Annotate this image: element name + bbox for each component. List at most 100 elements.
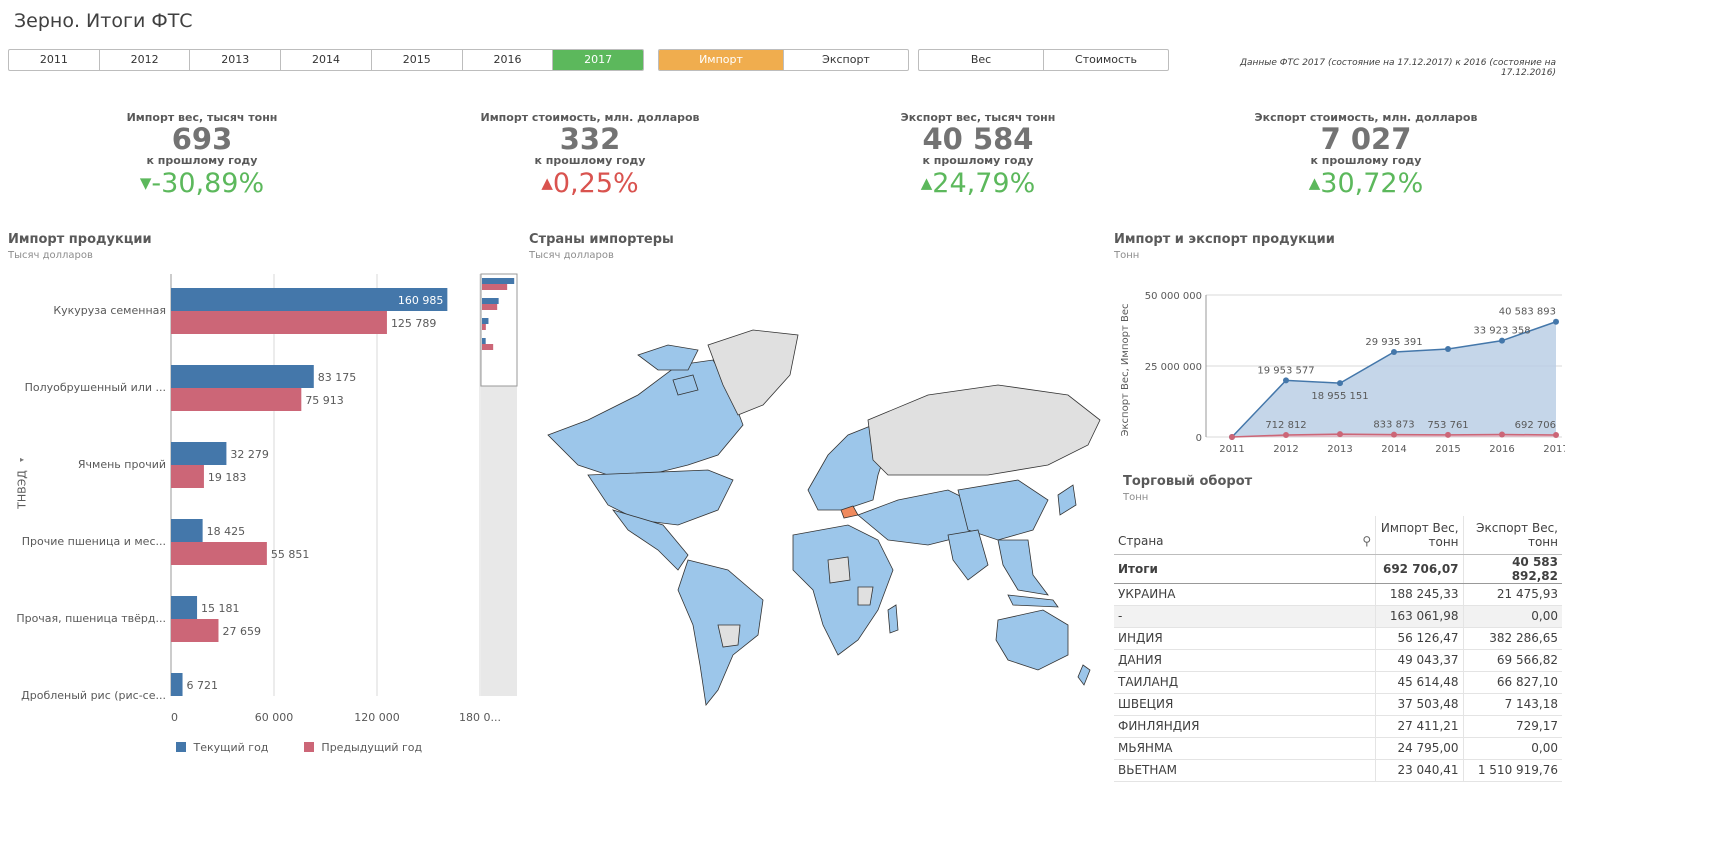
year-button-2015[interactable]: 2015 (372, 50, 463, 70)
data-label: 29 935 391 (1365, 337, 1422, 348)
column-header-import[interactable]: Импорт Вес, тонн (1375, 516, 1464, 555)
data-label: 33 923 358 (1473, 326, 1530, 337)
y-tick-label: 25 000 000 (1145, 362, 1202, 373)
data-point (1391, 348, 1397, 355)
cell-import: 27 411,21 (1375, 715, 1464, 738)
cost-button[interactable]: Стоимость (1044, 50, 1168, 70)
bar-value-label: 19 183 (208, 471, 247, 484)
map-region-new-zealand (1077, 664, 1091, 686)
scroll-preview-bar (482, 318, 489, 324)
map-region-madagascar (887, 604, 899, 634)
cell-import: 49 043,37 (1375, 649, 1464, 672)
scroll-preview-bar (482, 304, 498, 310)
cell-import: 37 503,48 (1375, 693, 1464, 716)
weight-button[interactable]: Вес (919, 50, 1044, 70)
table-row[interactable]: ТАИЛАНД 45 614,48 66 827,10 (1114, 671, 1562, 694)
triangle-up-icon: ▲ (541, 174, 553, 192)
year-button-2012[interactable]: 2012 (100, 50, 191, 70)
map-region-russia (867, 384, 1101, 476)
table-row[interactable]: ВЬЕТНАМ 23 040,41 1 510 919,76 (1114, 759, 1562, 782)
kpi-import-cost: Импорт стоимость, млн. долларов 332 к пр… (470, 111, 710, 200)
map-region-north-america-north (547, 359, 744, 476)
bar (171, 619, 219, 642)
cell-import: 45 614,48 (1375, 671, 1464, 694)
scroll-preview-bar (482, 344, 494, 350)
source-note: Данные ФТС 2017 (состояние на 17.12.2017… (1239, 58, 1556, 78)
kpi-change-row: ▼-30,89% (82, 167, 322, 200)
year-button-2017[interactable]: 2017 (553, 50, 643, 70)
app-title: Зерно. Итоги ФТС (14, 10, 193, 32)
map-region-southeast-asia (997, 539, 1049, 596)
data-point (1283, 431, 1289, 438)
data-point (1553, 318, 1559, 325)
legend-label-prev: Предыдущий год (321, 741, 423, 754)
data-label: 692 706 (1515, 420, 1556, 431)
map-region-australia (995, 609, 1069, 671)
cell-export: 21 475,93 (1462, 583, 1562, 606)
bar (171, 365, 314, 388)
table-row[interactable]: ИНДИЯ 56 126,47 382 286,65 (1114, 627, 1562, 650)
kpi-value: 332 (559, 122, 621, 156)
data-point (1499, 337, 1505, 344)
table-row[interactable]: ФИНЛЯНДИЯ 27 411,21 729,17 (1114, 715, 1562, 738)
category-label: Прочие пшеница и мес... (22, 535, 166, 548)
data-point (1229, 434, 1235, 440)
bar-value-label: 6 721 (187, 679, 219, 692)
triangle-down-icon: ▼ (139, 174, 152, 192)
table-row[interactable]: УКРАИНА 188 245,33 21 475,93 (1114, 583, 1562, 606)
kpi-sub: к прошлому году (1310, 154, 1422, 167)
table-row[interactable]: ШВЕЦИЯ 37 503,48 7 143,18 (1114, 693, 1562, 716)
category-label: Дробленый рис (рис-се... (21, 689, 166, 702)
world-map[interactable] (528, 325, 1104, 710)
cell-export: 0,00 (1462, 737, 1562, 760)
data-label: 833 873 (1373, 420, 1414, 431)
map-panel-subtitle: Тысяч долларов (529, 250, 614, 261)
year-button-2016[interactable]: 2016 (463, 50, 554, 70)
data-point (1337, 380, 1343, 387)
x-tick-label: 2011 (1219, 444, 1244, 455)
column-header-country[interactable]: Страна ⚲ (1114, 516, 1376, 555)
cell-country: ИНДИЯ (1114, 627, 1376, 650)
table-row[interactable]: МЬЯНМА 24 795,00 0,00 (1114, 737, 1562, 760)
import-button[interactable]: Импорт (659, 50, 784, 70)
cell-export: 382 286,65 (1462, 627, 1562, 650)
total-export: 40 583 892,82 (1462, 554, 1562, 584)
map-panel-title: Страны импортеры (529, 232, 674, 247)
year-button-2014[interactable]: 2014 (281, 50, 372, 70)
year-button-2013[interactable]: 2013 (190, 50, 282, 70)
cell-export: 0,00 (1462, 605, 1562, 628)
map-region-south-asia (947, 529, 989, 581)
scroll-preview-bar (482, 298, 499, 304)
country-header-label: Страна (1118, 533, 1164, 548)
table-total-row: Итоги 692 706,07 40 583 892,82 (1114, 554, 1562, 584)
total-import: 692 706,07 (1375, 554, 1464, 584)
x-tick-label: 2015 (1435, 444, 1460, 455)
total-label: Итоги (1114, 554, 1376, 584)
scroll-preview-bar (482, 324, 486, 330)
table-panel-title: Торговый оборот (1123, 474, 1253, 489)
bar-panel-subtitle: Тысяч долларов (8, 250, 93, 261)
export-button[interactable]: Экспорт (784, 50, 908, 70)
line-panel-subtitle: Тонн (1114, 250, 1140, 261)
bar-value-label: 15 181 (201, 602, 240, 615)
cell-country: ФИНЛЯНДИЯ (1114, 715, 1376, 738)
search-icon[interactable]: ⚲ (1362, 534, 1371, 548)
map-region-indonesia (1007, 594, 1059, 608)
triangle-up-icon: ▲ (920, 174, 933, 192)
cell-country: ВЬЕТНАМ (1114, 759, 1376, 782)
x-tick-label: 180 0... (459, 711, 501, 724)
data-label: 712 812 (1265, 420, 1306, 431)
table-row[interactable]: ДАНИЯ 49 043,37 69 566,82 (1114, 649, 1562, 672)
y-tick-label: 0 (1196, 433, 1202, 444)
cell-export: 69 566,82 (1462, 649, 1562, 672)
bar-value-label: 27 659 (222, 625, 260, 638)
table-row[interactable]: -163 061,98 0,00 (1114, 605, 1562, 628)
category-label: Ячмень прочий (78, 458, 166, 471)
bar-value-label: 75 913 (305, 394, 344, 407)
bar-value-label: 125 789 (391, 317, 437, 330)
column-header-export[interactable]: Экспорт Вес, тонн (1462, 516, 1562, 555)
year-button-2011[interactable]: 2011 (9, 50, 100, 70)
x-tick-label: 2012 (1273, 444, 1298, 455)
bar-value-label: 32 279 (230, 448, 269, 461)
x-tick-label: 120 000 (354, 711, 400, 724)
